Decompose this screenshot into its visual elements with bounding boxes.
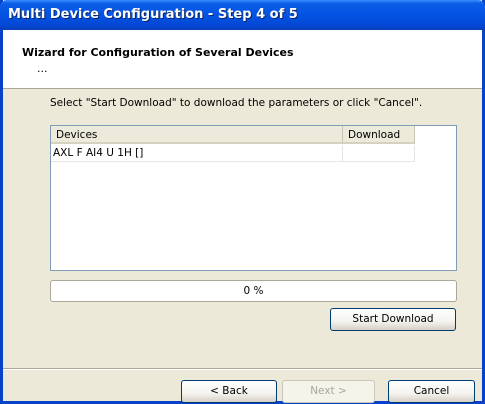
start-download-button[interactable]: Start Download (330, 308, 456, 331)
progress-label: 0 % (243, 285, 264, 297)
wizard-window: Multi Device Configuration - Step 4 of 5… (0, 0, 485, 404)
device-row[interactable]: AXL F AI4 U 1H [] (51, 145, 415, 162)
instruction-text: Select "Start Download" to download the … (50, 97, 423, 109)
download-status-cell (343, 145, 415, 162)
title-bar[interactable]: Multi Device Configuration - Step 4 of 5 (0, 0, 485, 30)
footer-divider-highlight (3, 369, 482, 370)
back-button[interactable]: < Back (181, 380, 277, 403)
wizard-header-title: Wizard for Configuration of Several Devi… (22, 46, 294, 59)
device-name-cell: AXL F AI4 U 1H [] (51, 145, 343, 162)
next-button[interactable]: Next > (282, 380, 375, 403)
column-header-devices[interactable]: Devices (51, 126, 343, 144)
window-title: Multi Device Configuration - Step 4 of 5 (8, 7, 298, 22)
wizard-header: Wizard for Configuration of Several Devi… (3, 30, 482, 89)
device-list-header: Devices Download (51, 126, 415, 145)
download-progress-bar: 0 % (50, 280, 457, 302)
column-header-download[interactable]: Download (343, 126, 415, 144)
wizard-header-subtitle: ... (37, 62, 48, 75)
device-list[interactable]: Devices Download AXL F AI4 U 1H [] (50, 125, 457, 271)
cancel-button[interactable]: Cancel (388, 380, 475, 403)
